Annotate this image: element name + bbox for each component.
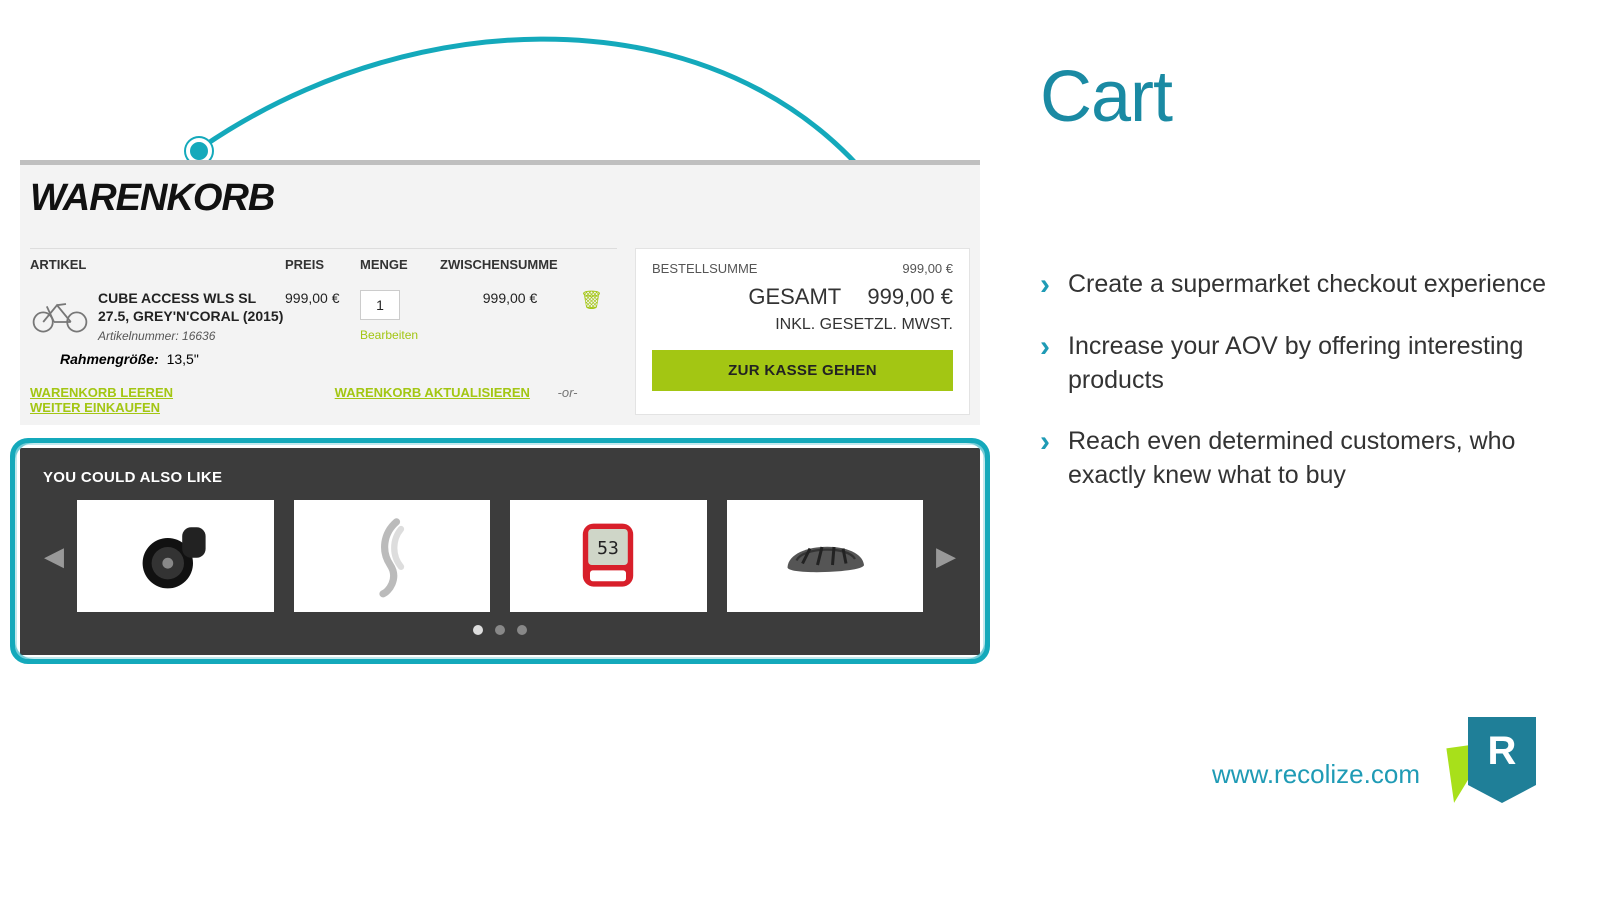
reco-card-bike-bell[interactable] bbox=[77, 500, 274, 612]
carousel-next-icon[interactable]: ▶ bbox=[935, 541, 957, 572]
order-sum-label: BESTELLSUMME bbox=[652, 261, 757, 276]
continue-shopping-link[interactable]: WEITER EINKAUFEN bbox=[30, 400, 160, 415]
svg-text:53: 53 bbox=[597, 538, 619, 559]
bullet-3: Reach even determined customers, who exa… bbox=[1040, 425, 1560, 493]
item-price: 999,00 € bbox=[285, 290, 360, 343]
col-header-qty: MENGE bbox=[360, 257, 440, 272]
slide-title: Cart bbox=[1040, 56, 1560, 138]
carousel-dot-3[interactable] bbox=[517, 625, 527, 635]
brand-logo: R bbox=[1440, 717, 1535, 817]
product-name[interactable]: CUBE ACCESS WLS SL 27.5, GREY'N'CORAL (2… bbox=[98, 290, 285, 325]
recommendation-carousel: YOU COULD ALSO LIKE ◀ bbox=[20, 448, 980, 655]
total-label: GESAMT bbox=[748, 284, 841, 309]
cart-screenshot: WARENKORB ARTIKEL PREIS MENGE ZWISCHENSU… bbox=[20, 160, 980, 425]
carousel-dot-2[interactable] bbox=[495, 625, 505, 635]
order-summary: BESTELLSUMME 999,00 € GESAMT 999,00 € IN… bbox=[635, 248, 970, 415]
total-value: 999,00 € bbox=[867, 284, 953, 309]
link-separator: -or- bbox=[558, 385, 578, 400]
update-cart-link[interactable]: WARENKORB AKTUALISIEREN bbox=[335, 385, 530, 400]
slide-bullets: Create a supermarket checkout experience… bbox=[1040, 268, 1560, 493]
checkout-button[interactable]: ZUR KASSE GEHEN bbox=[652, 350, 953, 391]
reco-card-bike-computer[interactable]: 53 bbox=[510, 500, 707, 612]
tax-note: INKL. GESETZL. MWST. bbox=[652, 316, 953, 334]
cart-action-links: WARENKORB LEEREN WARENKORB AKTUALISIEREN… bbox=[30, 385, 617, 415]
frame-size-label: Rahmengröße: bbox=[60, 351, 159, 367]
cart-heading: WARENKORB bbox=[30, 177, 970, 220]
qty-input[interactable]: 1 bbox=[360, 290, 400, 320]
sku-value: 16636 bbox=[182, 329, 215, 343]
logo-pennant-icon bbox=[1468, 785, 1536, 803]
col-header-subtotal: ZWISCHENSUMME bbox=[440, 257, 580, 272]
empty-cart-link[interactable]: WARENKORB LEEREN bbox=[30, 385, 173, 400]
cart-table: ARTIKEL PREIS MENGE ZWISCHENSUMME bbox=[30, 248, 617, 415]
frame-size-value: 13,5" bbox=[167, 351, 199, 367]
bike-bell-icon bbox=[130, 511, 220, 601]
logo-letter: R bbox=[1468, 717, 1536, 785]
col-header-price: PREIS bbox=[285, 257, 360, 272]
carousel-dots bbox=[43, 622, 957, 640]
bike-helmet-icon bbox=[780, 511, 870, 601]
sku-label: Artikelnummer: bbox=[98, 329, 179, 343]
bullet-2: Increase your AOV by offering interestin… bbox=[1040, 330, 1560, 398]
bike-icon bbox=[30, 268, 90, 358]
brand-url: www.recolize.com bbox=[1212, 759, 1420, 790]
reco-card-bottle-cage[interactable] bbox=[294, 500, 491, 612]
reco-title: YOU COULD ALSO LIKE bbox=[43, 469, 957, 486]
item-subtotal: 999,00 € bbox=[440, 290, 580, 343]
trash-icon[interactable]: 🗑 bbox=[580, 290, 603, 310]
cart-item-row: CUBE ACCESS WLS SL 27.5, GREY'N'CORAL (2… bbox=[30, 290, 617, 343]
bike-computer-icon: 53 bbox=[563, 511, 653, 601]
order-sum-value: 999,00 € bbox=[902, 261, 953, 276]
product-thumbnail bbox=[30, 290, 90, 335]
carousel-dot-1[interactable] bbox=[473, 625, 483, 635]
bottle-cage-icon bbox=[347, 511, 437, 601]
edit-link[interactable]: Bearbeiten bbox=[360, 328, 440, 342]
bullet-1: Create a supermarket checkout experience bbox=[1040, 268, 1560, 302]
carousel-prev-icon[interactable]: ◀ bbox=[43, 541, 65, 572]
reco-card-bike-helmet[interactable] bbox=[727, 500, 924, 612]
